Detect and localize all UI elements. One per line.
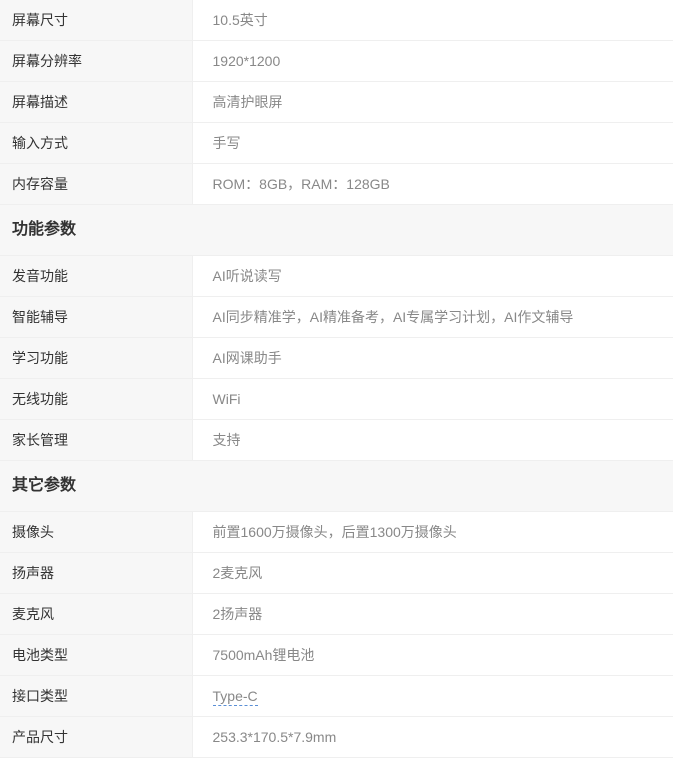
spec-row-camera: 摄像头 前置1600万摄像头，后置1300万摄像头 [0, 511, 673, 553]
spec-key: 内存容量 [0, 163, 193, 205]
spec-row-battery: 电池类型 7500mAh锂电池 [0, 634, 673, 676]
section-header-function: 功能参数 [0, 204, 673, 256]
spec-row-port: 接口类型 Type-C [0, 675, 673, 717]
spec-value: 前置1600万摄像头，后置1300万摄像头 [192, 511, 673, 553]
spec-key: 麦克风 [0, 593, 193, 635]
spec-key: 屏幕分辨率 [0, 40, 193, 82]
spec-row-input-method: 输入方式 手写 [0, 122, 673, 164]
spec-value: 2扬声器 [192, 593, 673, 635]
spec-row-microphone: 麦克风 2扬声器 [0, 593, 673, 635]
spec-table: 屏幕尺寸 10.5英寸 屏幕分辨率 1920*1200 屏幕描述 高清护眼屏 输… [0, 0, 673, 758]
spec-key: 产品尺寸 [0, 716, 193, 758]
spec-value: AI网课助手 [192, 337, 673, 379]
spec-key: 无线功能 [0, 378, 193, 420]
spec-key: 屏幕尺寸 [0, 0, 193, 41]
spec-value: ROM：8GB，RAM：128GB [192, 163, 673, 205]
spec-value: AI听说读写 [192, 255, 673, 297]
spec-value: WiFi [192, 378, 673, 420]
spec-key: 智能辅导 [0, 296, 193, 338]
section-title: 功能参数 [0, 204, 673, 256]
spec-row-learning: 学习功能 AI网课助手 [0, 337, 673, 379]
spec-value: AI同步精准学，AI精准备考，AI专属学习计划，AI作文辅导 [192, 296, 673, 338]
spec-value: 手写 [192, 122, 673, 164]
spec-key: 电池类型 [0, 634, 193, 676]
spec-row-screen-resolution: 屏幕分辨率 1920*1200 [0, 40, 673, 82]
spec-value: 支持 [192, 419, 673, 461]
spec-row-dimensions: 产品尺寸 253.3*170.5*7.9mm [0, 716, 673, 758]
spec-row-screen-size: 屏幕尺寸 10.5英寸 [0, 0, 673, 41]
section-title: 其它参数 [0, 460, 673, 512]
spec-row-memory: 内存容量 ROM：8GB，RAM：128GB [0, 163, 673, 205]
spec-row-tutoring: 智能辅导 AI同步精准学，AI精准备考，AI专属学习计划，AI作文辅导 [0, 296, 673, 338]
spec-value-cell: Type-C [192, 675, 673, 717]
port-type-link[interactable]: Type-C [212, 688, 258, 706]
spec-row-speaker: 扬声器 2麦克风 [0, 552, 673, 594]
spec-key: 输入方式 [0, 122, 193, 164]
spec-value: 253.3*170.5*7.9mm [192, 716, 673, 758]
spec-key: 学习功能 [0, 337, 193, 379]
spec-row-pronunciation: 发音功能 AI听说读写 [0, 255, 673, 297]
spec-key: 扬声器 [0, 552, 193, 594]
spec-key: 发音功能 [0, 255, 193, 297]
spec-key: 摄像头 [0, 511, 193, 553]
spec-key: 屏幕描述 [0, 81, 193, 123]
section-header-other: 其它参数 [0, 460, 673, 512]
spec-row-screen-description: 屏幕描述 高清护眼屏 [0, 81, 673, 123]
spec-value: 2麦克风 [192, 552, 673, 594]
spec-row-wireless: 无线功能 WiFi [0, 378, 673, 420]
spec-row-parental-control: 家长管理 支持 [0, 419, 673, 461]
spec-key: 接口类型 [0, 675, 193, 717]
spec-value: 1920*1200 [192, 40, 673, 82]
spec-value: 7500mAh锂电池 [192, 634, 673, 676]
spec-value: 高清护眼屏 [192, 81, 673, 123]
spec-value: 10.5英寸 [192, 0, 673, 41]
spec-key: 家长管理 [0, 419, 193, 461]
